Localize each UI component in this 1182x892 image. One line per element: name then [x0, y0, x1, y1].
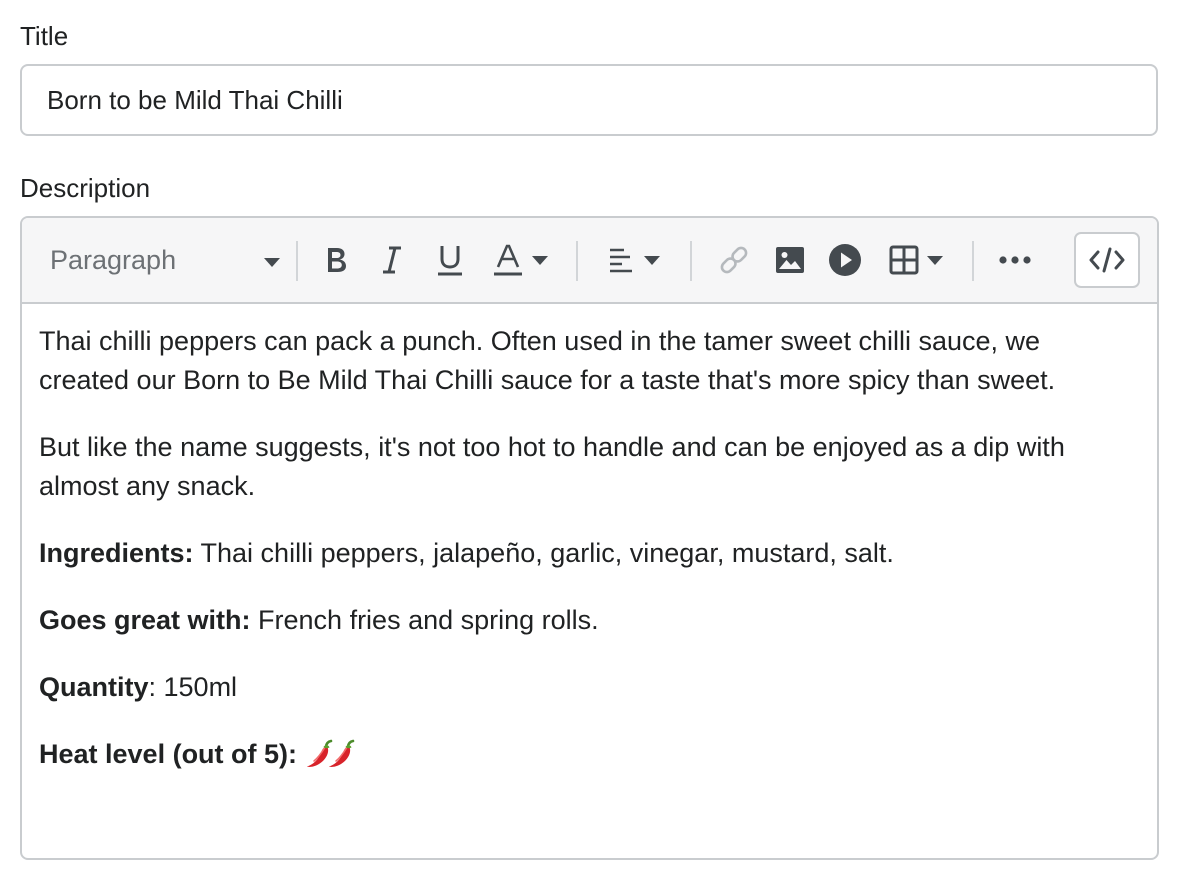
ingredients-line: Ingredients: Thai chilli peppers, jalape… — [39, 534, 1129, 573]
editor-toolbar: Paragraph — [22, 218, 1157, 304]
play-icon — [829, 244, 861, 276]
title-input[interactable] — [20, 64, 1158, 136]
image-icon — [776, 247, 804, 273]
text-color-icon — [494, 244, 522, 276]
underline-button[interactable] — [432, 218, 468, 302]
quantity-text: : 150ml — [148, 672, 238, 702]
italic-button[interactable] — [374, 218, 410, 302]
bold-button[interactable] — [318, 218, 354, 302]
source-code-button[interactable] — [1074, 232, 1140, 288]
heat-level-label: Heat level (out of 5): — [39, 739, 298, 769]
link-button[interactable] — [716, 218, 752, 302]
goes-with-text: French fries and spring rolls. — [250, 605, 599, 635]
image-button[interactable] — [772, 218, 808, 302]
block-format-dropdown[interactable]: Paragraph — [50, 218, 280, 302]
video-button[interactable] — [827, 218, 863, 302]
quantity-line: Quantity: 150ml — [39, 668, 1129, 707]
quantity-label: Quantity — [39, 672, 149, 702]
text-color-button[interactable] — [488, 218, 552, 302]
chevron-down-icon — [644, 255, 660, 265]
goes-with-label: Goes great with: — [39, 605, 251, 635]
title-label: Title — [20, 21, 69, 51]
chevron-down-icon — [927, 255, 943, 265]
italic-icon — [383, 246, 401, 274]
align-left-icon — [610, 248, 632, 273]
table-icon — [889, 245, 919, 275]
chili-pepper-icon — [328, 739, 354, 767]
heat-level-line: Heat level (out of 5): — [39, 735, 1129, 774]
toolbar-divider — [972, 241, 974, 281]
toolbar-divider — [576, 241, 578, 281]
code-icon — [1089, 247, 1125, 273]
ingredients-label: Ingredients: — [39, 538, 194, 568]
more-icon — [999, 256, 1031, 264]
link-icon — [720, 246, 748, 274]
toolbar-divider — [296, 241, 298, 281]
heat-level-rating — [305, 739, 355, 769]
ingredients-text: Thai chilli peppers, jalapeño, garlic, v… — [193, 538, 894, 568]
description-paragraph: But like the name suggests, it's not too… — [39, 432, 1065, 501]
chevron-down-icon — [264, 258, 280, 267]
more-button[interactable] — [994, 218, 1036, 302]
rich-text-editor: Paragraph Thai chilli peppers can pack a… — [20, 216, 1159, 860]
block-format-label: Paragraph — [50, 244, 177, 275]
description-label: Description — [20, 173, 151, 203]
goes-with-line: Goes great with: French fries and spring… — [39, 601, 1129, 640]
editor-content[interactable]: Thai chilli peppers can pack a punch. Of… — [39, 322, 1129, 802]
underline-icon — [438, 246, 462, 276]
align-button[interactable] — [602, 218, 666, 302]
bold-icon — [328, 248, 346, 272]
table-button[interactable] — [884, 218, 948, 302]
description-paragraph: Thai chilli peppers can pack a punch. Of… — [39, 326, 1056, 395]
toolbar-divider — [690, 241, 692, 281]
chevron-down-icon — [532, 255, 548, 265]
